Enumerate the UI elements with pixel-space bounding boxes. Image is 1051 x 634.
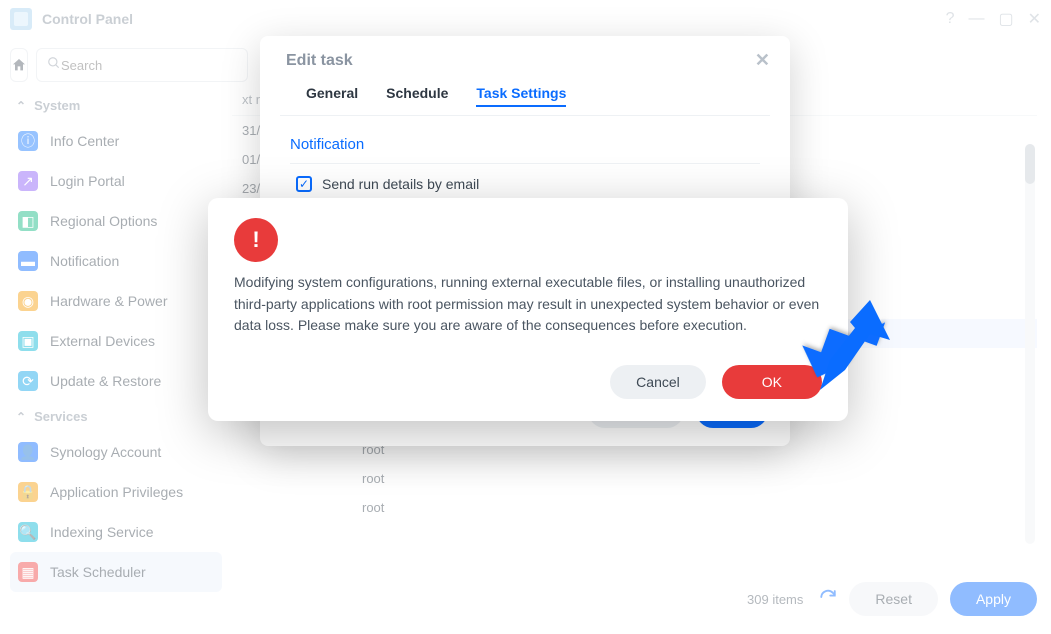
flag-icon: ◧ xyxy=(18,211,38,231)
apply-button[interactable]: Apply xyxy=(950,582,1037,616)
checkbox-checked-icon[interactable]: ✓ xyxy=(296,176,312,192)
maximize-icon[interactable]: ▢ xyxy=(998,9,1013,29)
sidebar-item-regional-options[interactable]: ◧ Regional Options xyxy=(10,201,222,241)
cell-owner: root xyxy=(352,464,1037,493)
section-head[interactable]: ⌃Services xyxy=(10,401,222,432)
search-field[interactable] xyxy=(36,48,248,82)
table-row[interactable]: root xyxy=(232,493,1037,522)
sidebar-item-info-center[interactable]: ⓘ Info Center xyxy=(10,121,222,161)
section-notification: Notification xyxy=(290,126,760,164)
tab-task-settings[interactable]: Task Settings xyxy=(476,85,566,107)
window-title: Control Panel xyxy=(42,11,946,27)
table-row[interactable]: root xyxy=(232,464,1037,493)
chevron-down-icon: ⌃ xyxy=(16,99,26,113)
chevron-down-icon: ⌃ xyxy=(16,410,26,424)
sidebar-item-label: Hardware & Power xyxy=(50,293,168,309)
sidebar-item-update-restore[interactable]: ⟳ Update & Restore xyxy=(10,361,222,401)
dialog-close-icon[interactable]: ✕ xyxy=(755,50,770,71)
portal-icon: ↗ xyxy=(18,171,38,191)
warning-icon: ! xyxy=(234,218,278,262)
sidebar-item-label: Login Portal xyxy=(50,173,125,189)
sidebar: ⌃System ⓘ Info Center ↗ Login Portal ◧ Regiona… xyxy=(0,38,232,634)
items-count: 309 items xyxy=(747,592,803,607)
minimize-icon[interactable]: — xyxy=(968,10,984,28)
user-icon: 👤 xyxy=(18,442,38,462)
warning-text: Modifying system configurations, running… xyxy=(234,272,822,337)
chat-icon: ▬ xyxy=(18,251,38,271)
search-icon: 🔍 xyxy=(18,522,38,542)
close-icon[interactable]: ✕ xyxy=(1028,9,1041,29)
scrollbar[interactable] xyxy=(1025,144,1035,544)
send-email-checkbox-row[interactable]: ✓ Send run details by email xyxy=(290,164,760,198)
bulb-icon: ◉ xyxy=(18,291,38,311)
home-button[interactable] xyxy=(10,48,28,82)
sidebar-item-label: Update & Restore xyxy=(50,373,161,389)
sidebar-item-label: Info Center xyxy=(50,133,119,149)
sync-icon: ⟳ xyxy=(18,371,38,391)
search-icon xyxy=(47,56,61,75)
sidebar-item-login-portal[interactable]: ↗ Login Portal xyxy=(10,161,222,201)
home-icon xyxy=(11,57,27,73)
sidebar-item-label: External Devices xyxy=(50,333,155,349)
reset-button[interactable]: Reset xyxy=(849,582,938,616)
sidebar-item-label: Regional Options xyxy=(50,213,157,229)
warn-cancel-button[interactable]: Cancel xyxy=(610,365,706,399)
footer-bar: 309 items Reset Apply xyxy=(464,574,1037,624)
calendar-icon: ▦ xyxy=(18,562,38,582)
sidebar-item-label: Task Scheduler xyxy=(50,564,146,580)
refresh-icon[interactable] xyxy=(819,588,837,611)
tab-general[interactable]: General xyxy=(306,85,358,107)
scrollbar-thumb[interactable] xyxy=(1025,144,1035,184)
lock-icon: 🔒 xyxy=(18,482,38,502)
sidebar-item-external-devices[interactable]: ▣ External Devices xyxy=(10,321,222,361)
sidebar-item-notification[interactable]: ▬ Notification xyxy=(10,241,222,281)
device-icon: ▣ xyxy=(18,331,38,351)
send-email-label: Send run details by email xyxy=(322,176,479,192)
sidebar-item-label: Indexing Service xyxy=(50,524,154,540)
sidebar-item-indexing-service[interactable]: 🔍 Indexing Service xyxy=(10,512,222,552)
titlebar: Control Panel ? — ▢ ✕ xyxy=(0,0,1051,38)
warn-ok-button[interactable]: OK xyxy=(722,365,822,399)
dialog-tabs: General Schedule Task Settings xyxy=(280,75,770,116)
warning-dialog: ! Modifying system configurations, runni… xyxy=(208,198,848,421)
info-icon: ⓘ xyxy=(18,131,38,151)
cell-next-run xyxy=(232,493,352,522)
cell-owner: root xyxy=(352,493,1037,522)
sidebar-item-synology-account[interactable]: 👤 Synology Account xyxy=(10,432,222,472)
section-head[interactable]: ⌃System xyxy=(10,90,222,121)
help-icon[interactable]: ? xyxy=(946,10,955,28)
tab-schedule[interactable]: Schedule xyxy=(386,85,448,107)
cell-next-run xyxy=(232,464,352,493)
sidebar-item-task-scheduler[interactable]: ▦ Task Scheduler xyxy=(10,552,222,592)
app-icon xyxy=(10,8,32,30)
sidebar-item-label: Synology Account xyxy=(50,444,161,460)
sidebar-item-hardware-power[interactable]: ◉ Hardware & Power xyxy=(10,281,222,321)
sidebar-item-application-privileges[interactable]: 🔒 Application Privileges xyxy=(10,472,222,512)
sidebar-item-label: Application Privileges xyxy=(50,484,183,500)
dialog-title: Edit task xyxy=(286,52,353,70)
sidebar-item-label: Notification xyxy=(50,253,119,269)
search-input[interactable] xyxy=(61,58,237,73)
